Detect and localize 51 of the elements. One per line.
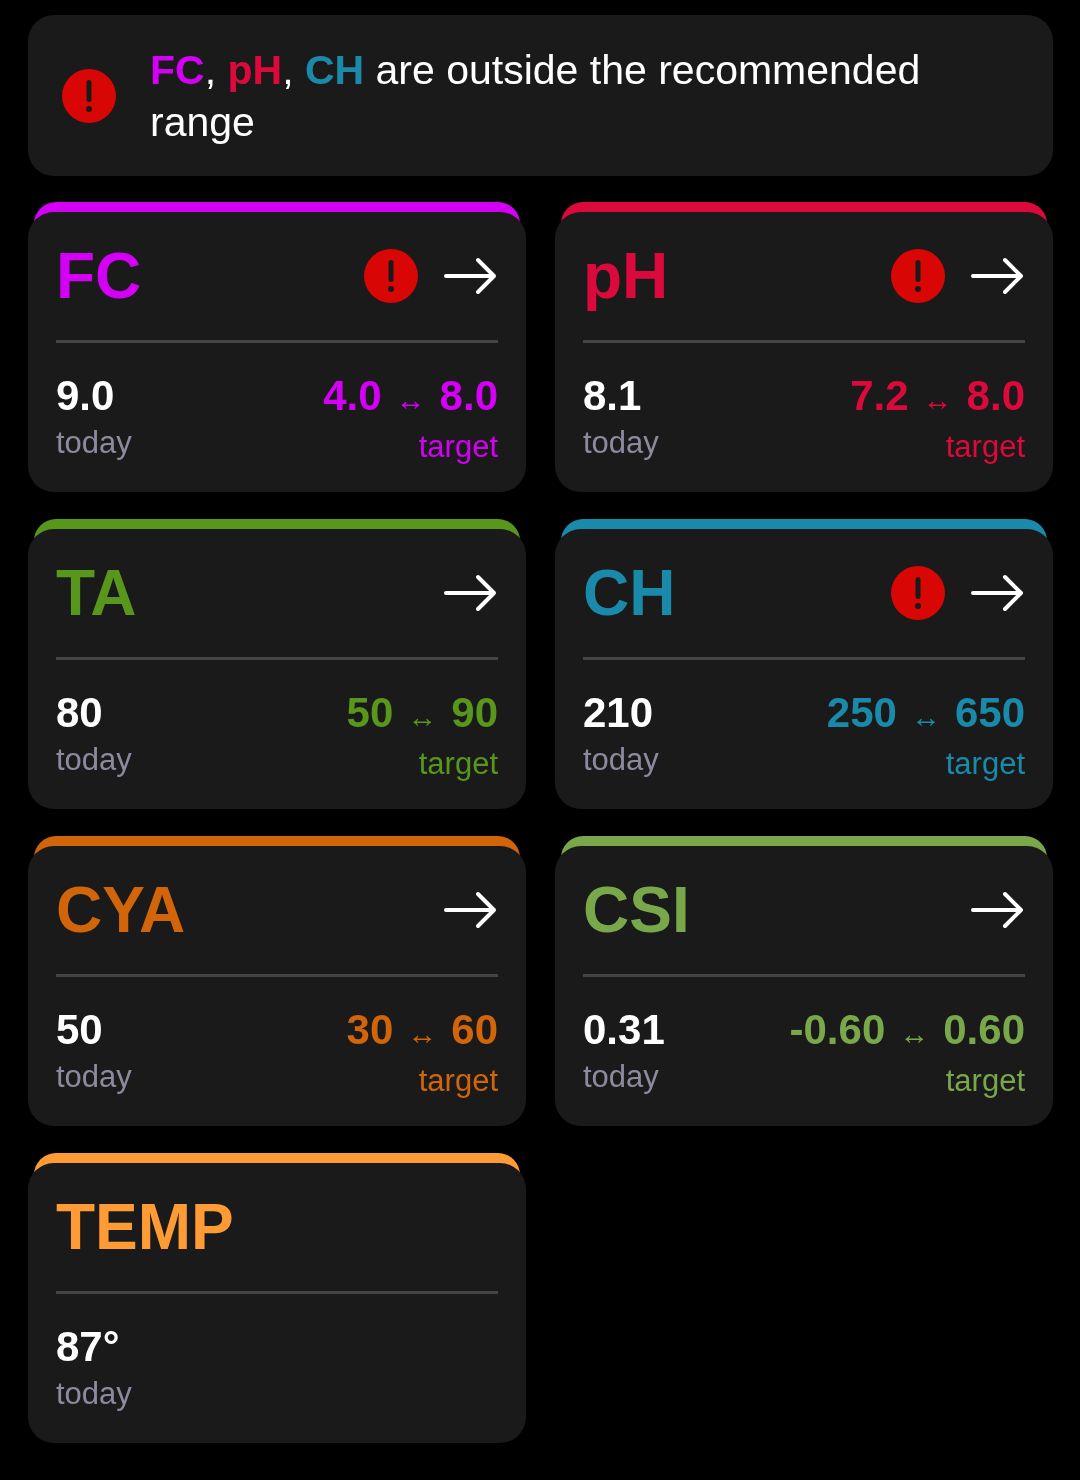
target-range: 50 ↔ 90 (346, 688, 498, 738)
metric-title: TEMP (56, 1190, 235, 1264)
metric-title: CSI (583, 873, 691, 947)
today-value: 9.0 (56, 371, 115, 421)
metric-card[interactable]: CYA 50 today 30 ↔ 60 target (28, 846, 526, 1126)
metric-title: CH (583, 556, 677, 630)
target-label: target (945, 745, 1025, 783)
today-value: 8.1 (583, 371, 642, 421)
metric-card[interactable]: CSI 0.31 today -0.60 ↔ 0.60 target (555, 846, 1053, 1126)
metric-title: TA (56, 556, 138, 630)
metric-title: FC (56, 239, 143, 313)
today-value: 210 (583, 688, 654, 738)
today-value: 80 (56, 688, 103, 738)
target-label: target (945, 1062, 1025, 1100)
target-range: 30 ↔ 60 (346, 1005, 498, 1055)
arrow-right-icon[interactable] (444, 890, 498, 930)
today-label: today (56, 741, 132, 779)
today-label: today (583, 424, 659, 462)
target-range: 7.2 ↔ 8.0 (850, 371, 1025, 421)
arrow-right-icon[interactable] (444, 573, 498, 613)
today-value: 0.31 (583, 1005, 665, 1055)
arrow-right-icon[interactable] (444, 256, 498, 296)
target-label: target (418, 1062, 498, 1100)
metric-card[interactable]: FC 9.0 today 4.0 ↔ 8.0 target (28, 212, 526, 492)
alert-icon (891, 249, 945, 303)
metric-card[interactable]: pH 8.1 today 7.2 ↔ 8.0 target (555, 212, 1053, 492)
target-range: 4.0 ↔ 8.0 (323, 371, 498, 421)
target-label: target (418, 745, 498, 783)
alert-icon (364, 249, 418, 303)
today-label: today (583, 1058, 659, 1096)
today-label: today (583, 741, 659, 779)
arrow-right-icon[interactable] (971, 890, 1025, 930)
target-range: -0.60 ↔ 0.60 (789, 1005, 1025, 1055)
metric-card[interactable]: TA 80 today 50 ↔ 90 target (28, 529, 526, 809)
today-value: 50 (56, 1005, 103, 1055)
metric-title: CYA (56, 873, 187, 947)
target-label: target (945, 428, 1025, 466)
alert-message: FC, pH, CH are outside the recommended range (150, 45, 922, 147)
today-label: today (56, 424, 132, 462)
target-label: target (418, 428, 498, 466)
alert-icon (62, 68, 116, 123)
target-range: 250 ↔ 650 (826, 688, 1025, 738)
today-label: today (56, 1375, 132, 1413)
arrow-right-icon[interactable] (971, 256, 1025, 296)
today-value: 87° (56, 1322, 120, 1372)
metric-card[interactable]: TEMP 87° today (28, 1163, 526, 1443)
metric-title: pH (583, 239, 670, 313)
alert-icon (891, 566, 945, 620)
metric-card[interactable]: CH 210 today 250 ↔ 650 target (555, 529, 1053, 809)
arrow-right-icon[interactable] (971, 573, 1025, 613)
today-label: today (56, 1058, 132, 1096)
